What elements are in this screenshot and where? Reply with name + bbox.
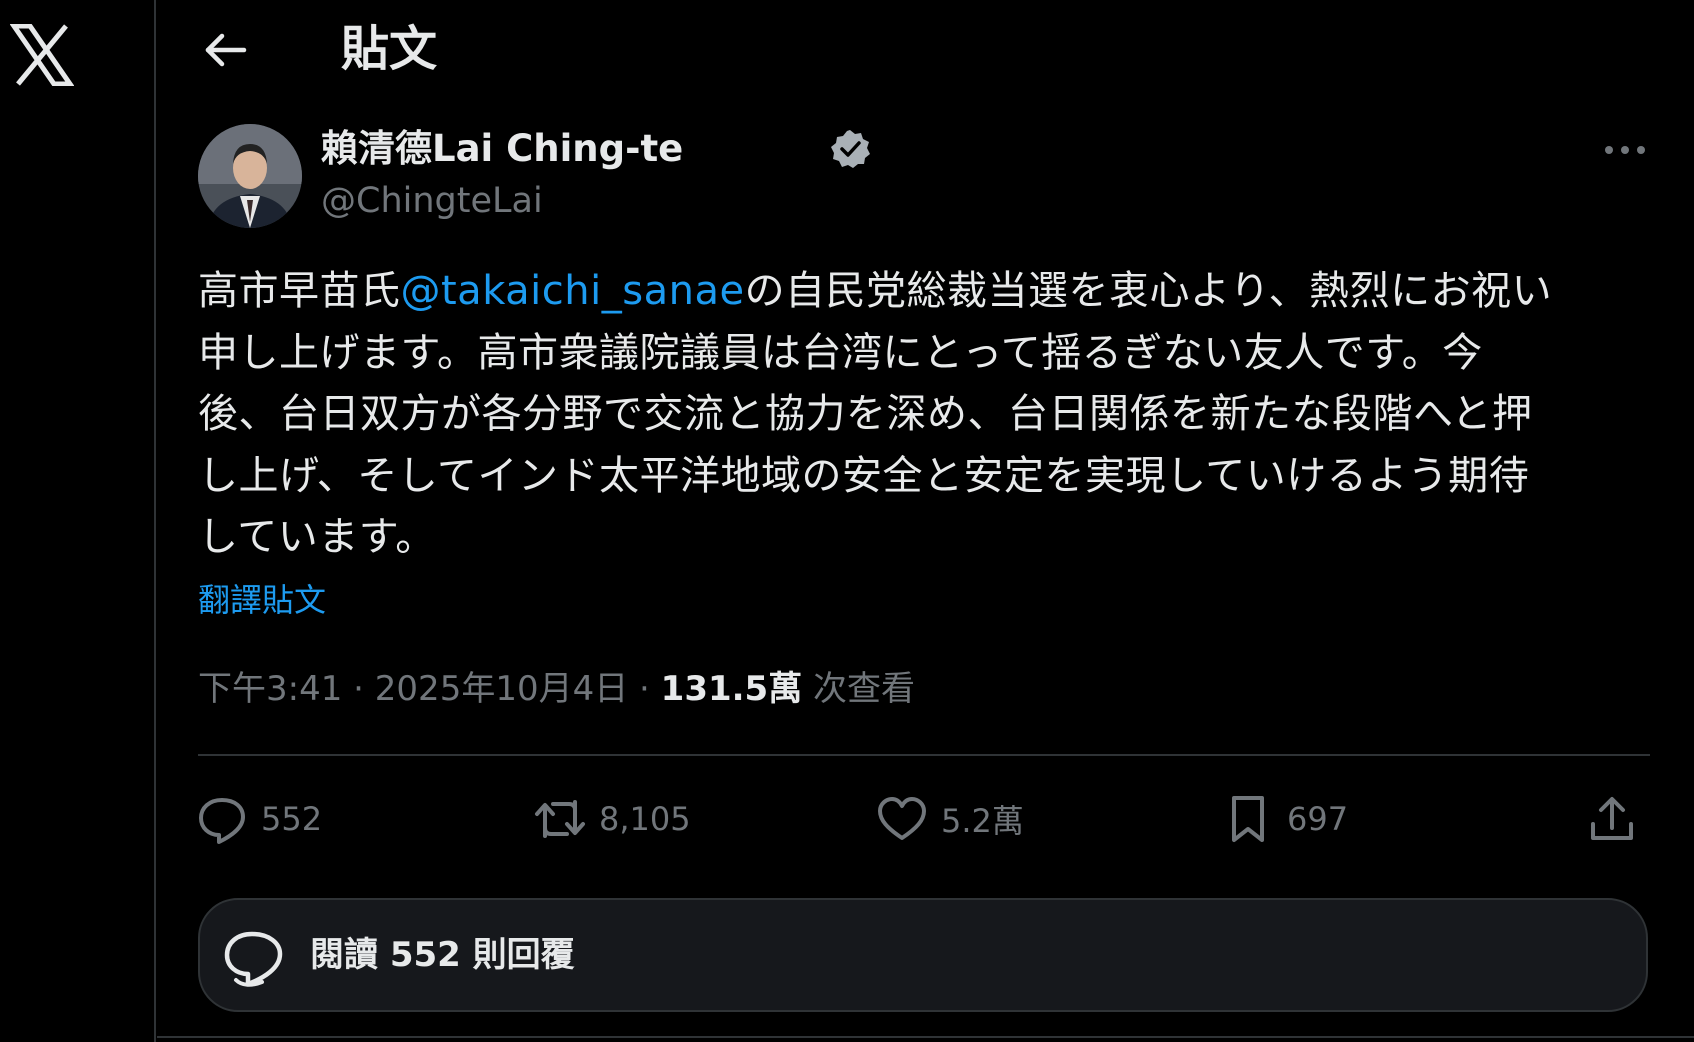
back-button[interactable] <box>200 24 252 76</box>
more-icon <box>1605 146 1645 154</box>
tweet-text: 高市早苗氏@takaichi_sanaeの自民党総裁当選を衷心より、熱烈にお祝い… <box>198 261 1648 569</box>
action-bar: 552 8,105 5.2萬 697 <box>157 780 1694 860</box>
retweet-count: 8,105 <box>599 800 691 838</box>
reply-icon <box>199 798 245 844</box>
tweet-date[interactable]: 2025年10月4日 <box>375 669 628 709</box>
bookmark-icon <box>1232 796 1264 842</box>
bookmark-count: 697 <box>1287 800 1349 838</box>
retweet-button[interactable]: 8,105 <box>533 788 691 850</box>
top-bar: 貼文 <box>157 0 1694 100</box>
tweet-text-part: 高市早苗氏 <box>198 268 401 314</box>
bookmark-button[interactable]: 697 <box>1221 788 1348 850</box>
share-icon <box>1591 797 1633 840</box>
tweet-meta: 下午3:41 · 2025年10月4日 · 131.5萬 次查看 <box>198 666 915 712</box>
share-button[interactable] <box>1585 788 1639 850</box>
views-count: 131.5萬 <box>660 669 803 709</box>
read-replies-button[interactable]: 閱讀 552 則回覆 <box>198 898 1648 1012</box>
like-count: 5.2萬 <box>941 802 1024 840</box>
divider <box>198 754 1650 756</box>
more-button[interactable] <box>1597 130 1657 170</box>
divider <box>157 1036 1694 1038</box>
x-logo-icon[interactable] <box>9 23 75 87</box>
chat-bubbles-icon <box>224 931 283 987</box>
retweet-icon <box>535 800 585 838</box>
views-label: 次查看 <box>813 669 916 709</box>
avatar[interactable] <box>198 124 302 228</box>
translate-link[interactable]: 翻譯貼文 <box>198 578 326 622</box>
reply-count: 552 <box>261 800 323 838</box>
main-column: 貼文 賴清德Lai Ching-te @ChingteLai 高市早苗氏@tak… <box>157 0 1694 1042</box>
author-name[interactable]: 賴清德Lai Ching-te <box>321 125 683 173</box>
page-title: 貼文 <box>341 21 438 77</box>
reply-button[interactable]: 552 <box>195 788 322 850</box>
page: 貼文 賴清德Lai Ching-te @ChingteLai 高市早苗氏@tak… <box>0 0 1694 1042</box>
sidebar <box>0 0 156 1042</box>
like-icon <box>878 797 926 840</box>
meta-separator: · <box>639 669 650 709</box>
read-replies-label: 閱讀 552 則回覆 <box>310 935 575 975</box>
mention-link[interactable]: @takaichi_sanae <box>401 268 745 314</box>
like-button[interactable]: 5.2萬 <box>875 788 1024 850</box>
author-handle[interactable]: @ChingteLai <box>321 178 543 224</box>
meta-separator: · <box>353 669 364 709</box>
verified-badge-icon <box>829 128 871 170</box>
back-arrow-icon <box>205 33 247 67</box>
tweet-time[interactable]: 下午3:41 <box>198 669 342 709</box>
